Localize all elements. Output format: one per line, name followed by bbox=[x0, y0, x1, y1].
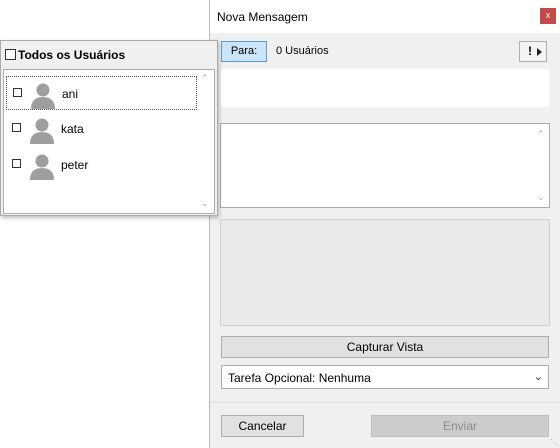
user-checkbox[interactable] bbox=[12, 159, 21, 168]
select-all-checkbox[interactable] bbox=[5, 49, 16, 61]
to-button[interactable]: Para: bbox=[221, 41, 267, 62]
resize-grip-icon[interactable]: ⋱ bbox=[550, 438, 558, 447]
chevron-right-icon bbox=[537, 48, 542, 56]
cancel-button[interactable]: Cancelar bbox=[221, 415, 304, 437]
user-list: ani kata peter ⌃ ⌄ bbox=[3, 69, 215, 214]
user-name: kata bbox=[61, 122, 84, 136]
recipients-field[interactable] bbox=[221, 69, 549, 107]
user-checkbox[interactable] bbox=[12, 123, 21, 132]
user-checkbox[interactable] bbox=[13, 88, 22, 97]
list-item[interactable]: peter bbox=[6, 148, 197, 182]
scroll-up-icon[interactable]: ⌃ bbox=[201, 74, 209, 83]
window-title: Nova Mensagem bbox=[217, 10, 308, 24]
scroll-down-icon[interactable]: ⌄ bbox=[201, 199, 209, 208]
user-name: ani bbox=[62, 87, 79, 101]
select-all-label: Todos os Usuários bbox=[18, 47, 126, 62]
exclamation-icon: ! bbox=[528, 44, 532, 58]
recipient-row: Para: 0 Usuários ! bbox=[210, 33, 560, 68]
list-item[interactable]: kata bbox=[6, 112, 197, 146]
title-bar: Nova Mensagem x bbox=[210, 0, 560, 33]
scroll-up-icon[interactable]: ⌃ bbox=[537, 130, 545, 139]
select-all-row[interactable]: Todos os Usuários bbox=[5, 47, 125, 63]
user-avatar-icon bbox=[30, 154, 54, 180]
capture-view-button[interactable]: Capturar Vista bbox=[221, 336, 549, 358]
user-avatar-icon bbox=[30, 118, 54, 144]
priority-dropdown-button[interactable]: ! bbox=[519, 41, 547, 62]
send-button[interactable]: Enviar bbox=[371, 415, 549, 437]
chevron-down-icon: ⌄ bbox=[533, 371, 543, 383]
user-picker-panel: Todos os Usuários ani kata peter ⌃ ⌄ bbox=[0, 40, 218, 216]
close-button[interactable]: x bbox=[540, 8, 556, 24]
list-scrollbar[interactable]: ⌃ ⌄ bbox=[198, 70, 212, 213]
list-item[interactable]: ani bbox=[6, 76, 197, 110]
message-body-input[interactable]: ⌃ ⌄ bbox=[220, 123, 550, 208]
capture-preview-panel bbox=[220, 219, 550, 326]
user-avatar-icon bbox=[31, 83, 55, 109]
footer-divider bbox=[210, 402, 560, 403]
scroll-down-icon[interactable]: ⌄ bbox=[537, 193, 545, 202]
new-message-window: Nova Mensagem x Para: 0 Usuários ! ⌃ ⌄ C… bbox=[209, 0, 560, 448]
recipient-count: 0 Usuários bbox=[276, 45, 329, 57]
user-name: peter bbox=[61, 158, 89, 172]
optional-task-select[interactable]: Tarefa Opcional: Nenhuma ⌄ bbox=[221, 365, 549, 389]
task-select-value: Tarefa Opcional: Nenhuma bbox=[228, 371, 371, 385]
